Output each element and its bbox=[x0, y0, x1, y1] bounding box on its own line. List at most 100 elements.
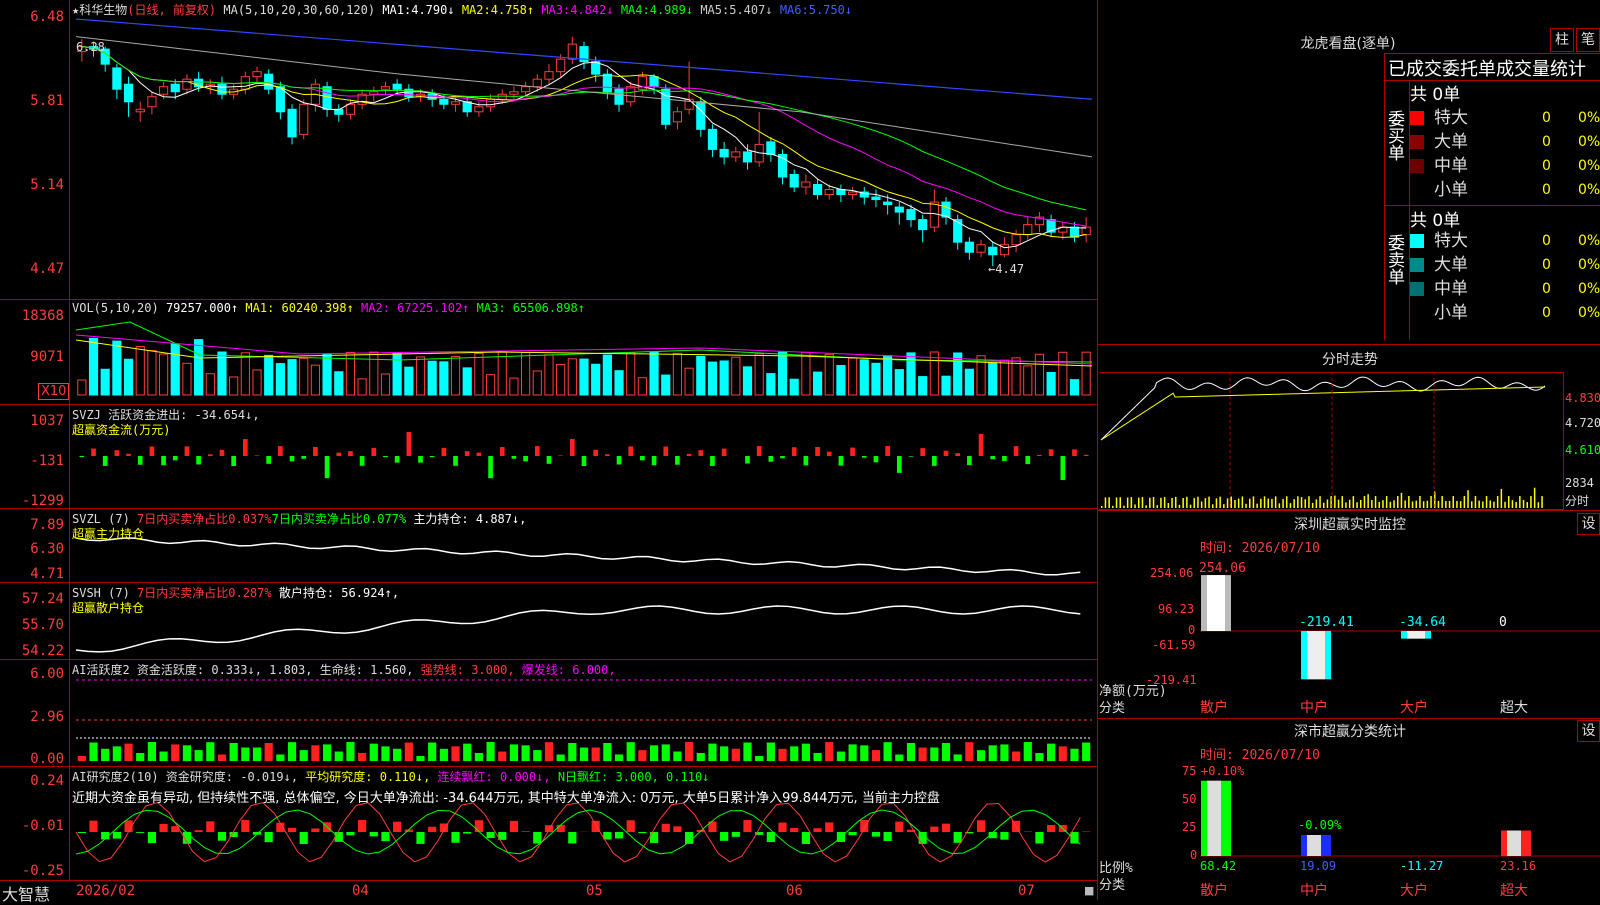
volume-bar bbox=[603, 355, 611, 395]
volume-bar bbox=[650, 352, 658, 395]
volume-bar bbox=[522, 353, 530, 395]
ai-research-cont: 连续飘红: 0.000↓, bbox=[438, 770, 551, 784]
pen-view-button[interactable]: 笔 bbox=[1576, 28, 1600, 52]
activity-bar bbox=[335, 752, 343, 761]
volume-bar bbox=[230, 377, 238, 395]
sell-group-label: 委卖单 bbox=[1385, 234, 1407, 285]
row-pct: 0% bbox=[1578, 229, 1600, 253]
sz-cat-label: 超大 bbox=[1500, 697, 1528, 717]
sell-row-large[interactable]: 大单00% bbox=[1410, 253, 1600, 277]
money-flow-bar bbox=[278, 446, 283, 456]
volume-bar bbox=[253, 370, 261, 395]
volume-bar bbox=[370, 352, 378, 395]
intraday-box[interactable] bbox=[1099, 372, 1564, 510]
research-bar bbox=[358, 820, 366, 832]
sz-settings-button[interactable]: 设 bbox=[1577, 513, 1600, 535]
volume-bar bbox=[860, 360, 868, 395]
sell-row-small[interactable]: 小单00% bbox=[1410, 301, 1600, 325]
ai2-burst-line: 爆发线: 6.000, bbox=[522, 663, 616, 677]
bar-view-button[interactable]: 柱 bbox=[1550, 28, 1574, 52]
sell-row-xl[interactable]: 特大00% bbox=[1410, 229, 1600, 253]
money-flow-bar bbox=[593, 450, 598, 456]
money-flow-bar bbox=[909, 456, 914, 457]
research-bar bbox=[522, 831, 530, 832]
activity-bar bbox=[370, 744, 378, 761]
activity-bar bbox=[884, 742, 892, 761]
buy-row-medium[interactable]: 中单00% bbox=[1410, 154, 1600, 178]
volume-bars[interactable] bbox=[0, 0, 1097, 900]
lock-icon[interactable]: ■ bbox=[1084, 884, 1094, 897]
money-flow-bar bbox=[955, 453, 960, 456]
volume-bar bbox=[942, 376, 950, 395]
volume-bar bbox=[673, 353, 681, 395]
activity-bar bbox=[124, 744, 132, 761]
activity-bar bbox=[498, 752, 506, 761]
ai-research-tick: 0.24 bbox=[4, 773, 64, 789]
activity-bar bbox=[393, 749, 401, 761]
activity-bar bbox=[148, 742, 156, 761]
main-chart-area[interactable]: ★科华生物(日线, 前复权) MA(5,10,20,30,60,120) MA1… bbox=[0, 0, 1097, 900]
sz-tick: -61.59 bbox=[1152, 638, 1195, 652]
activity-bar bbox=[159, 752, 167, 761]
activity-bar bbox=[697, 753, 705, 761]
svsh-sublabel: 超赢散户持仓 bbox=[72, 599, 144, 616]
sell-row-medium[interactable]: 中单00% bbox=[1410, 277, 1600, 301]
money-flow-bar bbox=[1049, 449, 1054, 456]
buy-group-label: 委买单 bbox=[1385, 110, 1407, 161]
intraday-vol-unit: 分时 bbox=[1565, 492, 1589, 509]
money-flow-bar bbox=[850, 448, 855, 456]
activity-bar bbox=[708, 744, 716, 761]
activity-bar bbox=[895, 755, 903, 761]
sz-time: 时间: 2026/07/10 bbox=[1200, 537, 1320, 556]
money-flow-bar bbox=[804, 456, 809, 465]
volume-bar bbox=[533, 371, 541, 395]
sc-settings-button[interactable]: 设 bbox=[1577, 720, 1600, 742]
research-bar bbox=[486, 832, 494, 838]
money-flow-bar bbox=[406, 432, 411, 456]
volume-bar bbox=[545, 355, 553, 395]
volume-bar bbox=[463, 368, 471, 395]
money-flow-bar bbox=[1037, 455, 1042, 456]
row-vol: 0 bbox=[1542, 178, 1551, 202]
activity-bar bbox=[615, 754, 623, 761]
activity-bar bbox=[954, 754, 962, 761]
svzl-p2: 7日内买卖净占比0.077% bbox=[272, 512, 407, 526]
activity-bar bbox=[288, 742, 296, 761]
money-flow-bar bbox=[710, 456, 715, 466]
svzj-tick: 1037 bbox=[4, 413, 64, 429]
activity-bar bbox=[195, 750, 203, 761]
svsh-tick: 54.22 bbox=[4, 643, 64, 659]
volume-bar bbox=[311, 365, 319, 395]
volume-bar bbox=[1000, 360, 1008, 395]
sz-tick: 96.23 bbox=[1158, 602, 1194, 616]
intraday-tick: 4.610 bbox=[1565, 443, 1600, 457]
activity-bar bbox=[813, 753, 821, 761]
money-flow-bar bbox=[722, 449, 727, 456]
row-name: 特大 bbox=[1434, 229, 1468, 253]
sc-value: -11.27 bbox=[1400, 859, 1443, 873]
row-vol: 0 bbox=[1542, 106, 1551, 130]
research-bar bbox=[113, 832, 121, 839]
activity-bar bbox=[872, 750, 880, 761]
research-bar bbox=[732, 832, 740, 837]
research-bar bbox=[475, 820, 483, 832]
ai2-header: AI活跃度2 资金活跃度: 0.333↓, 1.803, 生命线: 1.560,… bbox=[72, 661, 616, 678]
retail-holding-line bbox=[76, 606, 1080, 652]
volume-bar bbox=[907, 353, 915, 395]
money-flow-bar bbox=[442, 448, 447, 456]
buy-row-xl[interactable]: 特大00% bbox=[1410, 106, 1600, 130]
research-bar bbox=[568, 832, 576, 843]
svzl-tick: 7.89 bbox=[4, 517, 64, 533]
money-flow-bar bbox=[769, 456, 774, 462]
research-bar bbox=[638, 832, 646, 833]
activity-bar bbox=[463, 744, 471, 761]
activity-bar bbox=[533, 750, 541, 761]
volume-bar bbox=[662, 375, 670, 395]
buy-row-small[interactable]: 小单00% bbox=[1410, 178, 1600, 202]
money-flow-bar bbox=[1060, 456, 1065, 480]
activity-bar bbox=[802, 744, 810, 761]
volume-bar bbox=[778, 352, 786, 395]
research-bar bbox=[825, 822, 833, 832]
buy-row-large[interactable]: 大单00% bbox=[1410, 130, 1600, 154]
intraday-title[interactable]: 分时走势 bbox=[1290, 349, 1410, 369]
